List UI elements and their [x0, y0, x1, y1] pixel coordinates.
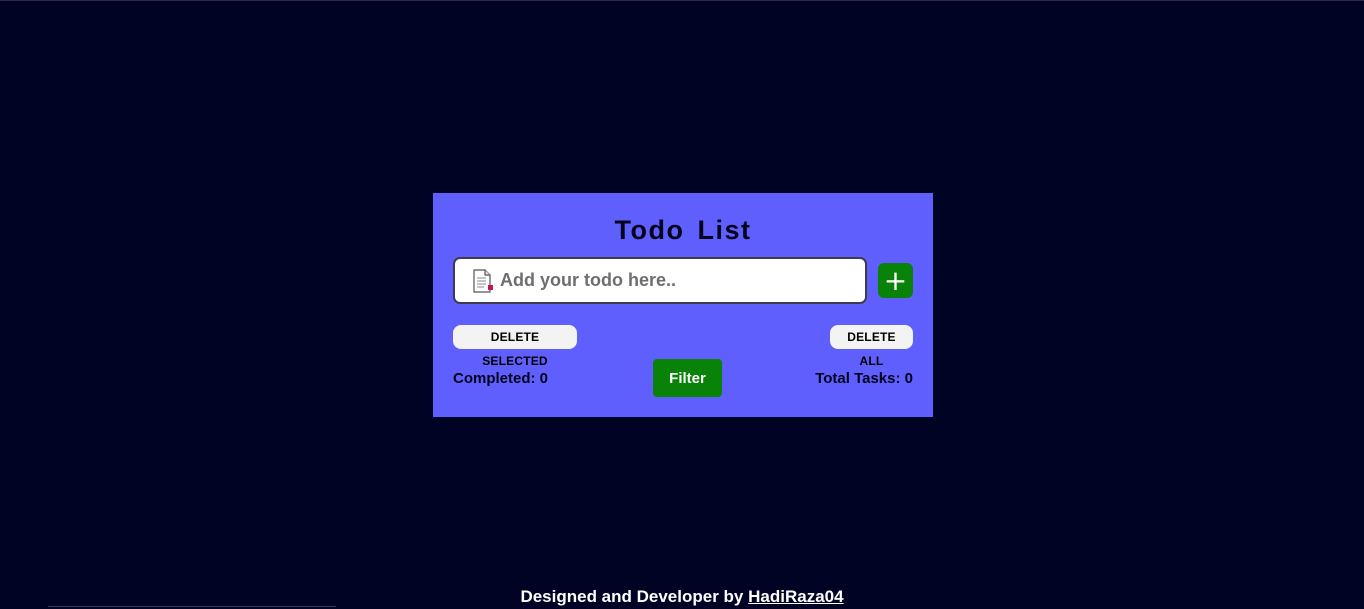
- footer-text: Designed and Developer by: [520, 587, 744, 606]
- todo-input[interactable]: [500, 270, 840, 291]
- total-tasks-count: Total Tasks: 0: [815, 370, 913, 387]
- todo-card: Todo List + DELETE SELECTED DELETE ALL C…: [433, 193, 933, 417]
- completed-count: Completed: 0: [453, 370, 549, 387]
- author-link[interactable]: HadiRaza04: [748, 587, 843, 606]
- memo-icon: [472, 268, 494, 293]
- bottom-divider: [48, 606, 336, 607]
- footer: Designed and Developer by HadiRaza04: [0, 587, 1364, 607]
- todo-input-container[interactable]: [453, 257, 867, 304]
- delete-all-button[interactable]: DELETE ALL: [830, 325, 913, 368]
- add-todo-button[interactable]: +: [878, 263, 913, 298]
- page-title: Todo List: [614, 215, 752, 245]
- delete-selected-button[interactable]: DELETE SELECTED: [453, 325, 577, 368]
- filter-button[interactable]: Filter: [653, 359, 722, 397]
- top-border: [0, 0, 1364, 1]
